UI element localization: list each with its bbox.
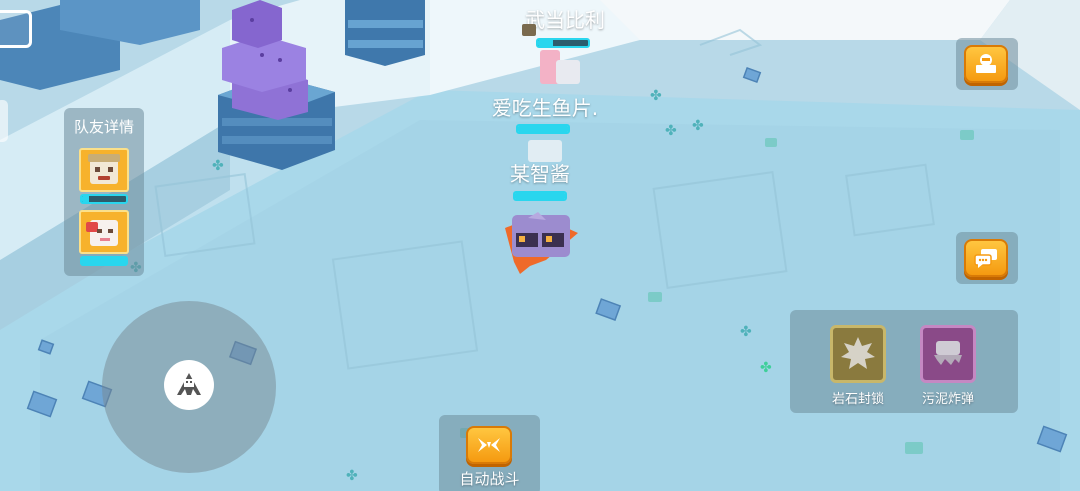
svg-text:✤: ✤ [740,324,752,340]
svg-text:✤: ✤ [665,123,677,139]
player-nametag[interactable]: 爱吃生鱼片. [450,92,640,140]
team-panel-title: 队友详情 [73,118,134,136]
skill-slot[interactable]: 岩石封锁 [820,325,900,407]
svg-text:✤: ✤ [212,158,224,174]
blue-block-pillar [345,0,425,66]
player-name: 武当比利 [525,8,605,32]
player-hp-bar [516,124,570,134]
joystick-knob[interactable] [164,360,214,410]
team-panel: 队友详情 [64,108,144,276]
player-nametag[interactable]: 某智酱 [470,158,610,206]
skill-panel: 岩石封锁 污泥炸弹 [790,310,1018,413]
skill-label: 岩石封锁 [831,392,884,407]
sludge-bomb-icon [920,325,976,383]
auto-battle-icon [478,438,500,452]
virtual-joystick[interactable] [102,301,276,473]
svg-text:✤: ✤ [346,468,358,484]
skill-label: 污泥炸弹 [921,392,974,407]
player-name: 爱吃生鱼片. [491,96,599,120]
player-hp-bar [536,38,590,48]
svg-text:✤: ✤ [650,88,662,104]
teammate-avatar-icon [79,148,129,192]
pokemon-storage-icon [976,54,996,73]
teammate-card[interactable] [79,148,129,206]
auto-battle-button[interactable] [466,426,512,464]
rock-tomb-icon [830,325,886,383]
pokemon-storage-button[interactable] [964,45,1008,83]
teammate-avatar-icon [79,210,129,254]
pokemon-silhouette-icon [177,373,201,395]
svg-text:✤: ✤ [692,118,704,134]
svg-text:✤: ✤ [760,360,772,376]
teammate-card[interactable] [79,210,129,268]
player-hp-bar [513,191,567,201]
player-name: 某智酱 [510,162,570,186]
chat-icon [974,249,997,268]
teammate-hp-bar [80,256,128,266]
skill-slot[interactable]: 污泥炸弹 [910,325,990,407]
side-edge-tab[interactable] [0,100,8,142]
back-button[interactable] [0,10,32,48]
chat-button[interactable] [964,239,1008,277]
auto-battle-label: 自动战斗 [459,470,520,488]
teammate-hp-bar [80,194,128,204]
player-nametag[interactable]: 武当比利 [490,4,640,52]
player-rank-icon [522,24,536,36]
player-character-self [512,212,570,257]
